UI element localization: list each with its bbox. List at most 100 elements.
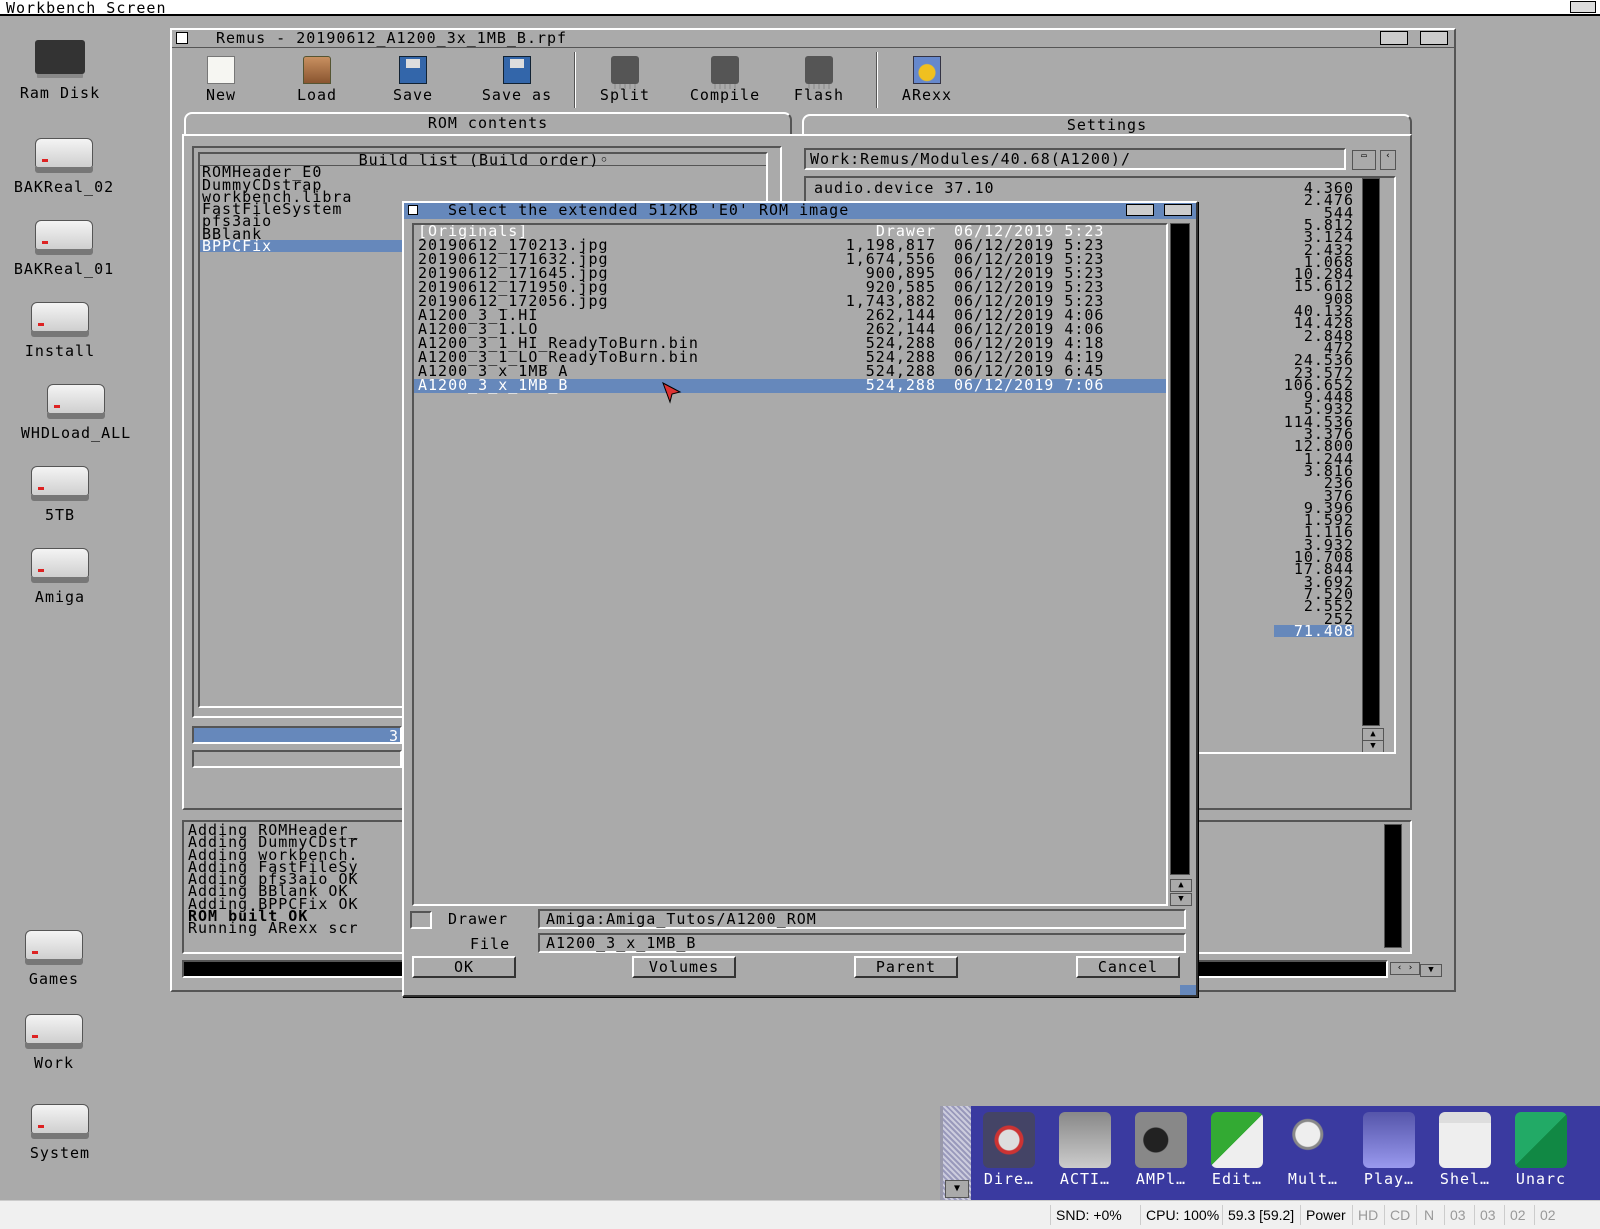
dock-item[interactable]: Play… — [1353, 1112, 1425, 1188]
flash-button[interactable]: Flash — [774, 56, 864, 104]
dock-item-label: AMPl… — [1135, 1170, 1187, 1188]
log-line: Running ARexx scr — [188, 919, 359, 938]
dock-item[interactable]: AMPl… — [1125, 1112, 1197, 1188]
screen-depth-gadget[interactable] — [1570, 1, 1596, 13]
dock-item[interactable]: ACTI… — [1049, 1112, 1121, 1188]
file-label: File — [470, 935, 511, 953]
hd-led: HD — [1358, 1207, 1379, 1223]
dock-item-label: Play… — [1363, 1170, 1415, 1188]
file-list[interactable]: [Originals] Drawer 06/12/2019 5:23 20190612… — [412, 223, 1168, 906]
desktop-icon-install[interactable]: Install — [0, 292, 120, 360]
parent-button[interactable]: Parent — [854, 956, 958, 978]
dock-item[interactable]: Edit… — [1201, 1112, 1273, 1188]
desktop-icon-label: BAKReal_02 — [13, 178, 115, 196]
scroll-up-icon[interactable]: ▲ — [1170, 879, 1192, 892]
drawer-label: Drawer — [448, 910, 509, 928]
activity-icon — [1059, 1112, 1111, 1168]
folder-icon — [303, 56, 331, 84]
build-gauge: 3 — [192, 726, 402, 745]
size-gadget[interactable] — [1180, 985, 1196, 995]
desktop-icon-bakreal-02[interactable]: BAKReal_02 — [4, 128, 124, 196]
desktop-icon-bakreal-01[interactable]: BAKReal_01 — [4, 210, 124, 278]
folder-browse-icon[interactable]: ▭ — [1352, 150, 1376, 170]
file-field[interactable]: A1200_3_x_1MB_B — [538, 933, 1186, 953]
depth-gadget[interactable] — [1164, 204, 1192, 216]
save-button[interactable]: Save — [368, 56, 458, 104]
status-separator — [1534, 1205, 1535, 1225]
file-entry[interactable]: A1200_3_x_1MB_B 524,288 06/12/2019 7:06 — [414, 378, 1166, 393]
dock-item-label: Shel… — [1439, 1170, 1491, 1188]
build-progress — [192, 750, 402, 768]
close-gadget[interactable] — [408, 205, 418, 215]
chevron-down-icon[interactable]: ▼ — [945, 1180, 969, 1198]
desktop-icon-whdload-all[interactable]: WHDLoad_ALL — [16, 374, 136, 442]
desktop-icon-5tb[interactable]: 5TB — [0, 456, 120, 524]
log-scrollbar[interactable] — [1384, 824, 1402, 948]
drawer-toggle-checkbox[interactable] — [410, 911, 432, 929]
scroll-down-icon[interactable]: ▼ — [1420, 964, 1442, 977]
desktop-icon-label: System — [29, 1144, 91, 1162]
desktop-icon-work[interactable]: Work — [0, 1004, 114, 1072]
scroll-down-icon[interactable]: ▼ — [1170, 893, 1192, 906]
tab-settings[interactable]: Settings — [802, 114, 1412, 136]
depth-gadget[interactable] — [1420, 31, 1448, 45]
screen-title: Workbench Screen — [6, 0, 167, 17]
mouse-pointer-icon — [662, 382, 682, 404]
drawer-field[interactable]: Amiga:Amiga_Tutos/A1200_ROM — [538, 909, 1186, 929]
scroll-left-right-icon[interactable]: ‹ › — [1390, 962, 1420, 975]
status-separator — [1222, 1205, 1223, 1225]
compile-button[interactable]: Compile — [670, 56, 780, 104]
close-gadget[interactable] — [176, 32, 188, 44]
cd-led: CD — [1390, 1207, 1411, 1223]
new-page-icon — [207, 56, 235, 84]
tool-label: Save — [392, 86, 434, 104]
arexx-button[interactable]: ARexx — [882, 56, 972, 104]
log-lines: Adding ROMHeader_ Adding DummyCDstr Adding… — [188, 822, 359, 938]
dock-item[interactable]: Shel… — [1429, 1112, 1501, 1188]
tab-rom-contents[interactable]: ROM contents — [184, 112, 792, 134]
multiview-icon — [1287, 1112, 1339, 1168]
window-title-bar[interactable]: Remus - 20190612_A1200_3x_1MB_B.rpf — [172, 29, 1454, 48]
status-separator — [1504, 1205, 1505, 1225]
volumes-button[interactable]: Volumes — [632, 956, 736, 978]
chevron-left-icon[interactable]: ‹ — [1380, 150, 1396, 170]
emulator-status-bar: SND: +0% CPU: 100% 59.3 [59.2] Power HD … — [0, 1200, 1600, 1229]
cancel-button[interactable]: Cancel — [1076, 956, 1180, 978]
desktop-icon-system[interactable]: System — [0, 1094, 120, 1162]
module-size[interactable]: 71.408 — [1273, 623, 1354, 638]
desktop-icon-ram-disk[interactable]: Ram Disk — [0, 34, 120, 102]
desktop-icon-amiga[interactable]: Amiga — [0, 538, 120, 606]
window-title: Remus - 20190612_A1200_3x_1MB_B.rpf — [216, 29, 568, 47]
modules-scrollbar[interactable] — [1362, 178, 1380, 726]
save-as-button[interactable]: Save as — [462, 56, 572, 104]
shell-icon — [1439, 1112, 1491, 1168]
requester-title-bar[interactable]: Select the extended 512KB 'E0' ROM image — [404, 201, 1196, 219]
scroll-down-icon[interactable]: ▼ — [1362, 740, 1384, 752]
status-separator — [1444, 1205, 1445, 1225]
file-list-scrollbar[interactable] — [1170, 223, 1190, 875]
zoom-gadget[interactable] — [1126, 204, 1154, 216]
chip-icon — [611, 56, 639, 89]
hard-drive-icon — [35, 138, 93, 173]
new-button[interactable]: New — [176, 56, 266, 104]
modules-path-field[interactable]: Work:Remus/Modules/40.68(A1200)/ — [804, 148, 1346, 170]
module-item: audio.device 37.10 — [814, 179, 995, 197]
dock-item[interactable]: Unarc — [1505, 1112, 1577, 1188]
zoom-gadget[interactable] — [1380, 31, 1408, 45]
dock-item[interactable]: Mult… — [1277, 1112, 1349, 1188]
file-rows: [Originals] Drawer 06/12/2019 5:23 20190612… — [414, 225, 1166, 393]
toolbar-separator — [876, 52, 878, 108]
arexx-icon — [913, 56, 941, 84]
gauge-text: 3 — [388, 727, 398, 745]
dock-item[interactable]: Dire… — [973, 1112, 1045, 1188]
desktop-icon-label: WHDLoad_ALL — [20, 424, 132, 442]
tab-label: ROM contents — [427, 114, 549, 132]
ok-button[interactable]: OK — [412, 956, 516, 978]
desktop-icon-games[interactable]: Games — [0, 920, 114, 988]
toolbar-separator — [574, 52, 576, 108]
load-button[interactable]: Load — [272, 56, 362, 104]
editor-icon — [1211, 1112, 1263, 1168]
screen-title-bar: Workbench Screen — [0, 0, 1600, 17]
split-button[interactable]: Split — [580, 56, 670, 104]
sound-status: SND: +0% — [1056, 1207, 1122, 1223]
